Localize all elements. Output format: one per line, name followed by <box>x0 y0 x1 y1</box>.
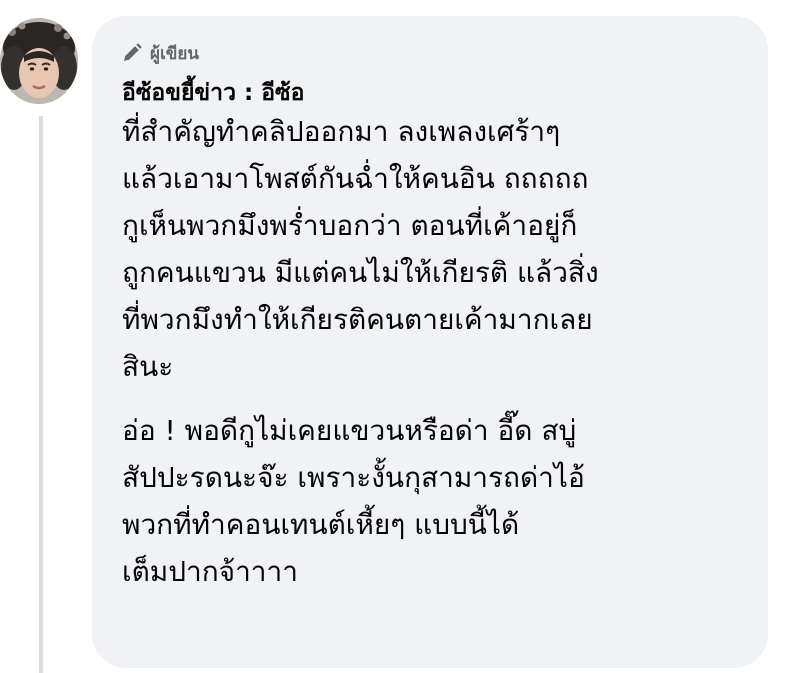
comment-text-line: แล้วเอามาโพสต์กันฉ่ำให้คนอิน ถถถถถ <box>122 162 589 195</box>
comment-text-line: พวกที่ทำคอนเทนต์เหี้ยๆ แบบนี้ได้ <box>122 508 520 541</box>
comment-text-line: สินะ <box>122 350 174 383</box>
comment-paragraph: ที่สำคัญทำคลิปออกมา ลงเพลงเศร้าๆ แล้วเอา… <box>122 108 748 390</box>
avatar-image <box>0 18 78 104</box>
comment-text-line: ที่สำคัญทำคลิปออกมา ลงเพลงเศร้าๆ <box>122 115 561 148</box>
author-badge: ผู้เขียน <box>122 38 748 68</box>
comment-text-line: ถูกคนแขวน มีแต่คนไม่ให้เกียรติ แล้วสิ่ง <box>122 256 599 289</box>
comment-text-line: ที่พวกมึงทำให้เกียรติคนตายเค้ามากเลย <box>122 303 593 336</box>
avatar[interactable] <box>0 18 78 104</box>
comment-author-name[interactable]: อีซ้อขยี้ข่าว : อีซ้อ <box>122 78 748 108</box>
comment-bubble: ผู้เขียน อีซ้อขยี้ข่าว : อีซ้อ ที่สำคัญท… <box>92 16 768 668</box>
comment-paragraph: อ่อ ! พอดีกูไม่เคยแขวนหรือด่า อี๊ด สบู่ … <box>122 407 748 595</box>
comment-text-line: สัปปะรดนะจ๊ะ เพราะงั้นกุสามารถด่าไอ้ <box>122 461 585 494</box>
author-badge-label: ผู้เขียน <box>150 43 199 64</box>
comment-text-line: เต็มปากจ้าาาา <box>122 555 298 588</box>
comment-text-line: กูเห็นพวกมึงพร่ำบอกว่า ตอนที่เค้าอยู่ก็ <box>122 209 578 242</box>
pencil-icon <box>124 43 142 61</box>
reply-thread-line <box>39 116 43 673</box>
comment-text-line: อ่อ ! พอดีกูไม่เคยแขวนหรือด่า อี๊ด สบู่ <box>122 414 577 447</box>
